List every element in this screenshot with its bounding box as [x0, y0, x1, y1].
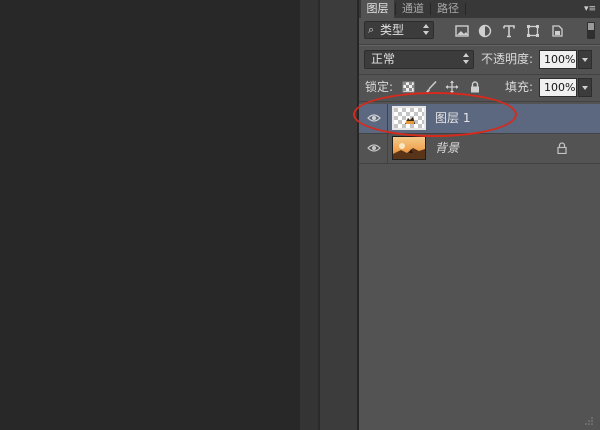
divider: [387, 134, 388, 163]
blend-mode-value: 正常: [371, 52, 396, 66]
layer-row-background[interactable]: 背景: [359, 134, 600, 163]
divider: [395, 3, 396, 15]
shape-filter-icon[interactable]: [525, 23, 541, 39]
lock-row: 锁定: 填充: 100%: [359, 75, 600, 101]
blend-row: 正常 不透明度: 100%: [359, 46, 600, 74]
workspace-gutter: [300, 0, 318, 430]
layer-list: 图层 1 背景: [359, 102, 600, 430]
adjustment-filter-icon[interactable]: [477, 23, 493, 39]
smart-object-filter-icon[interactable]: [549, 23, 565, 39]
tab-paths[interactable]: 路径: [432, 0, 464, 18]
divider: [465, 3, 466, 15]
fill-input[interactable]: 100%: [539, 78, 577, 97]
panel-menu-icon[interactable]: ▾≡: [584, 0, 596, 18]
lock-position-icon[interactable]: [445, 80, 459, 94]
layer-name[interactable]: 背景: [435, 134, 459, 163]
layer-thumbnail: [392, 106, 426, 130]
type-filter-icon[interactable]: [501, 23, 517, 39]
divider: [430, 3, 431, 15]
updown-arrows-icon: [463, 53, 470, 65]
eye-icon[interactable]: [367, 112, 381, 124]
panel-tab-bar: 图层 通道 路径 ▾≡: [359, 0, 600, 18]
lock-label: 锁定:: [365, 80, 394, 94]
layer-name[interactable]: 图层 1: [435, 104, 470, 133]
lock-icon: [557, 142, 567, 154]
blend-mode-select[interactable]: 正常: [364, 50, 474, 69]
opacity-dropdown-button[interactable]: [578, 50, 592, 69]
resize-grip-icon[interactable]: [584, 416, 594, 426]
updown-arrows-icon: [423, 24, 430, 36]
divider: [387, 104, 388, 133]
sunset-photo-thumbnail-image: [393, 137, 425, 159]
filter-row: ⌕ 类型: [359, 18, 600, 44]
tab-label: 通道: [402, 2, 424, 15]
canvas-area: [0, 0, 300, 430]
eye-icon[interactable]: [367, 142, 381, 154]
transparent-layer-thumbnail-image: [394, 108, 424, 128]
filter-kind-value: 类型: [380, 23, 405, 37]
layer-row-layer-1[interactable]: 图层 1: [359, 104, 600, 133]
lock-all-icon[interactable]: [468, 80, 482, 94]
filter-kind-select[interactable]: ⌕ 类型: [364, 21, 434, 39]
panel-dock-strip: [320, 0, 357, 430]
fill-label: 填充:: [505, 80, 534, 94]
lock-image-icon[interactable]: [424, 80, 438, 94]
layers-panel: 图层 通道 路径 ▾≡ ⌕ 类型 正常 不透明度: 100% 锁定: 填充: 1…: [359, 0, 600, 430]
fill-dropdown-button[interactable]: [578, 78, 592, 97]
layer-thumbnail: [392, 136, 426, 160]
tab-layers[interactable]: 图层: [361, 0, 394, 18]
tab-channels[interactable]: 通道: [397, 0, 429, 18]
tab-label: 图层: [366, 2, 389, 15]
divider: [359, 163, 600, 164]
lock-transparent-icon[interactable]: [402, 80, 416, 94]
tab-label: 路径: [437, 2, 459, 15]
search-icon: ⌕: [368, 23, 375, 36]
filter-toggle-switch[interactable]: [587, 22, 595, 39]
image-filter-icon[interactable]: [454, 23, 470, 39]
opacity-label: 不透明度:: [481, 52, 534, 66]
opacity-input[interactable]: 100%: [539, 50, 577, 69]
